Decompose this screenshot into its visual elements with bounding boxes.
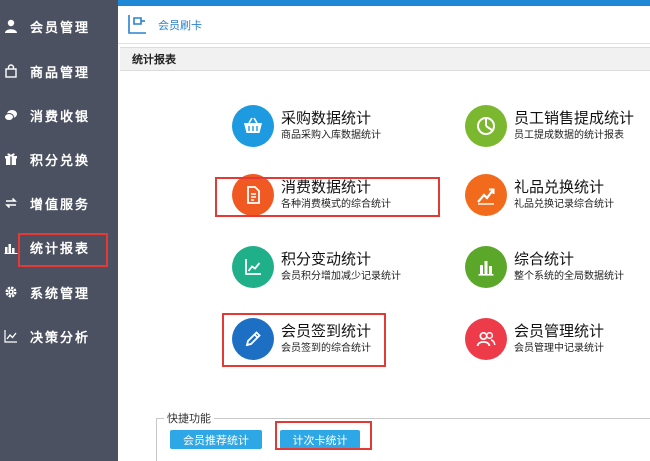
sidebar-item-points-exchange[interactable]: 积分兑换	[0, 137, 118, 181]
report-desc: 整个系统的全局数据统计	[514, 271, 624, 282]
highlight-box-count-card	[275, 421, 372, 450]
sidebar-item-statistics-reports[interactable]: 统计报表	[0, 225, 118, 269]
report-staff-commission-statistics[interactable]: 员工销售提成统计 员工提成数据的统计报表	[465, 105, 634, 147]
pie-chart-icon	[465, 105, 507, 147]
report-name: 综合统计	[514, 250, 575, 268]
report-desc: 商品采购入库数据统计	[281, 130, 381, 141]
report-purchase-statistics[interactable]: 采购数据统计 商品采购入库数据统计	[232, 105, 381, 147]
panel-title: 统计报表	[120, 47, 650, 71]
exchange-icon	[4, 196, 18, 210]
report-name: 积分变动统计	[281, 250, 372, 268]
report-name: 采购数据统计	[281, 109, 372, 127]
users-icon	[465, 318, 507, 360]
report-member-management-statistics[interactable]: 会员管理统计 会员管理中记录统计	[465, 318, 604, 360]
sidebar-item-consumption-cashier[interactable]: 消费收银	[0, 93, 118, 137]
sidebar-item-label: 会员管理	[30, 20, 91, 36]
member-referral-stats-button[interactable]: 会员推荐统计	[170, 430, 262, 449]
report-gift-exchange-statistics[interactable]: 礼品兑换统计 礼品兑换记录综合统计	[465, 174, 614, 216]
sidebar-item-system-management[interactable]: 系统管理	[0, 270, 118, 314]
highlight-box-consumption	[215, 177, 440, 217]
report-name: 员工销售提成统计	[514, 109, 635, 127]
sidebar-item-product-management[interactable]: 商品管理	[0, 49, 118, 93]
sidebar-item-decision-analysis[interactable]: 决策分析	[0, 314, 118, 358]
highlight-box-checkin	[222, 313, 386, 367]
sidebar-item-label: 系统管理	[30, 286, 91, 302]
bar-chart-icon	[4, 240, 18, 254]
gift-icon	[4, 152, 18, 166]
coin-icon	[4, 108, 18, 122]
quick-functions-legend: 快捷功能	[164, 410, 214, 426]
sidebar: 会员管理 商品管理 消费收银 积分兑换 增值服务 统计报表 系统管理 决策分析	[0, 0, 118, 461]
report-comprehensive-statistics[interactable]: 综合统计 整个系统的全局数据统计	[465, 246, 624, 288]
report-points-change-statistics[interactable]: 积分变动统计 会员积分增加减少记录统计	[232, 246, 401, 288]
user-icon	[4, 19, 18, 33]
sidebar-item-label: 增值服务	[30, 197, 91, 213]
gear-icon	[4, 285, 18, 299]
report-desc: 会员管理中记录统计	[514, 343, 604, 354]
bag-icon	[4, 64, 18, 78]
line-chart-icon	[4, 329, 18, 343]
basket-icon	[232, 105, 274, 147]
page-title: 会员刷卡	[158, 18, 202, 32]
sidebar-item-label: 消费收银	[30, 109, 91, 125]
trend-up-icon	[465, 174, 507, 216]
sidebar-item-label: 决策分析	[30, 330, 91, 346]
sidebar-item-member-management[interactable]: 会员管理	[0, 4, 118, 48]
sidebar-item-label: 统计报表	[30, 241, 91, 257]
line-chart-icon	[232, 246, 274, 288]
report-desc: 员工提成数据的统计报表	[514, 130, 624, 141]
bar-chart-icon	[465, 246, 507, 288]
home-icon[interactable]	[124, 12, 150, 38]
sidebar-item-label: 商品管理	[30, 65, 91, 81]
sidebar-item-label: 积分兑换	[30, 153, 91, 169]
report-name: 礼品兑换统计	[514, 178, 605, 196]
report-name: 会员管理统计	[514, 322, 605, 340]
breadcrumb: 会员刷卡	[118, 6, 650, 44]
sidebar-item-value-added-services[interactable]: 增值服务	[0, 181, 118, 225]
report-desc: 礼品兑换记录综合统计	[514, 199, 614, 210]
report-desc: 会员积分增加减少记录统计	[281, 271, 401, 282]
